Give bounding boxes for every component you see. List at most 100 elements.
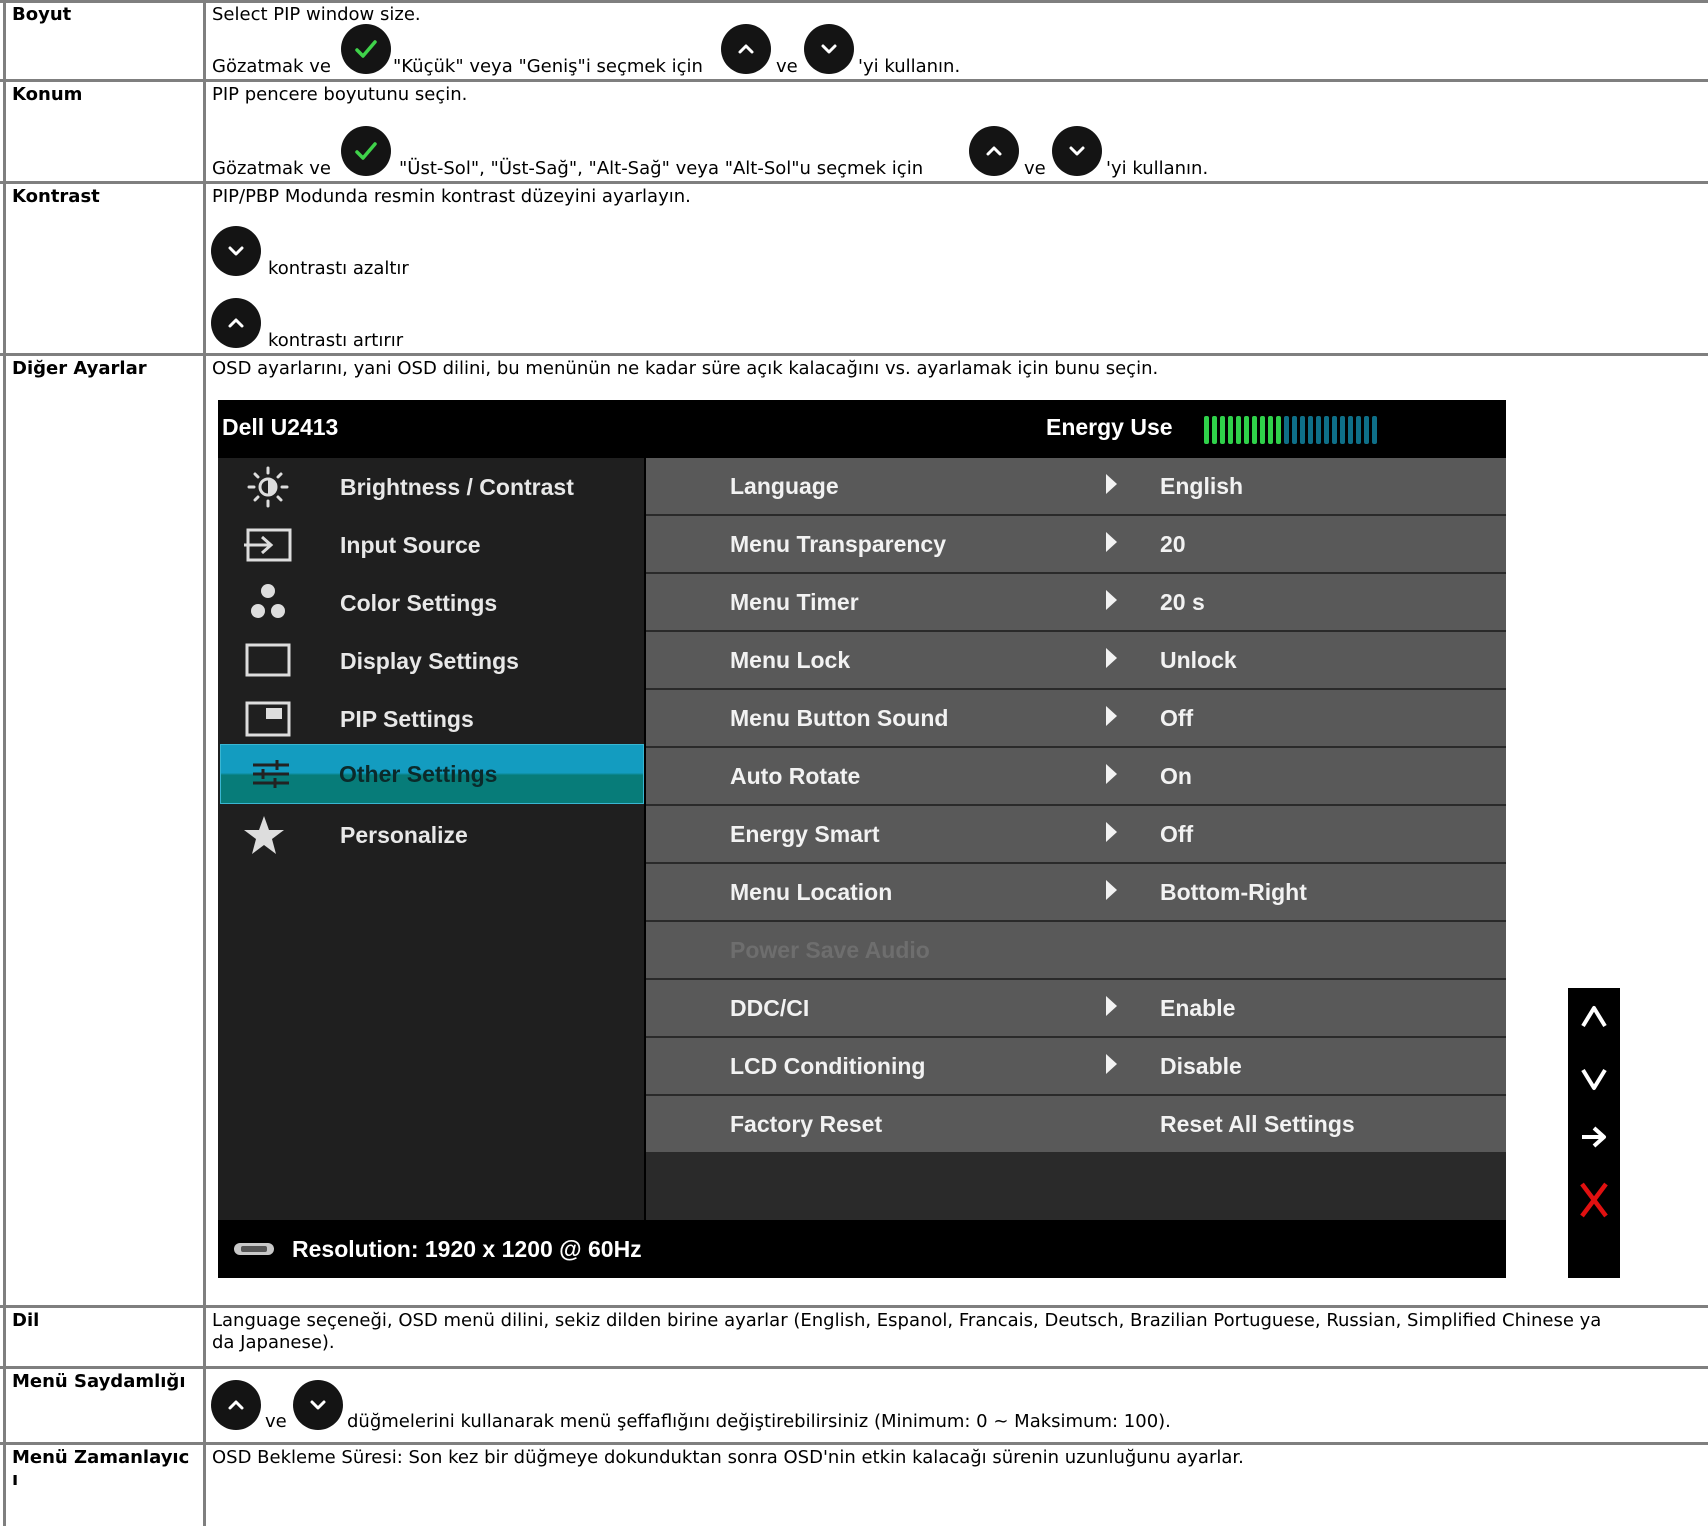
energy-meter-segment (1284, 416, 1289, 444)
osd-option-row[interactable]: Auto Rotate On (646, 748, 1506, 804)
play-arrow-icon (1106, 1054, 1117, 1074)
osd-nav-buttons (1568, 988, 1620, 1278)
check-icon (341, 24, 391, 74)
pip-settings-icon (242, 698, 294, 740)
osd-menu-item-label: PIP Settings (340, 706, 474, 732)
osd-option-name: Auto Rotate (730, 763, 861, 789)
up-icon[interactable] (1579, 1002, 1609, 1032)
energy-meter-segment (1276, 416, 1281, 444)
close-x-icon[interactable] (1577, 1180, 1611, 1220)
energy-meter-segment (1212, 416, 1217, 444)
row-divider (0, 1366, 1708, 1369)
osd-option-name: Power Save Audio (730, 937, 930, 963)
row-label-boyut: Boyut (12, 4, 72, 25)
osd-option-row[interactable]: LCD Conditioning Disable (646, 1038, 1506, 1094)
osd-menu-item[interactable]: Color Settings (218, 574, 644, 632)
zamanlayici-description: OSD Bekleme Süresi: Son kez bir düğmeye … (212, 1447, 1244, 1468)
osd-submenu: Language English Menu Transparency 20 Menu T… (646, 458, 1506, 1220)
osd-option-value: 20 (1160, 531, 1186, 557)
row-divider (0, 0, 1708, 3)
konum-text-a: Gözatmak ve (212, 158, 331, 179)
enter-arrow-icon[interactable] (1579, 1122, 1609, 1152)
energy-meter-segment (1260, 416, 1265, 444)
energy-meter-segment (1364, 416, 1369, 444)
energy-meter-segment (1332, 416, 1337, 444)
other-settings-icon (245, 753, 297, 795)
osd-menu-item-label: Personalize (340, 822, 468, 848)
osd-option-value: Reset All Settings (1160, 1111, 1355, 1137)
osd-menu-item[interactable]: Display Settings (218, 632, 644, 690)
osd-option-name: Menu Location (730, 879, 893, 905)
energy-meter-segment (1348, 416, 1353, 444)
energy-meter-segment (1292, 416, 1297, 444)
osd-menu-screenshot: Dell U2413 Energy Use Brightness / Contr… (218, 400, 1506, 1278)
row-divider (0, 353, 1708, 356)
osd-option-row[interactable]: Factory Reset Reset All Settings (646, 1096, 1506, 1152)
osd-top-bar: Dell U2413 Energy Use (218, 400, 1506, 458)
energy-meter-segment (1300, 416, 1305, 444)
osd-option-value: Unlock (1160, 647, 1237, 673)
up-button-icon (211, 1380, 261, 1430)
energy-meter-segment (1204, 416, 1209, 444)
down-icon[interactable] (1579, 1064, 1609, 1094)
osd-option-row[interactable]: Menu Transparency 20 (646, 516, 1506, 572)
osd-option-row[interactable]: Menu Lock Unlock (646, 632, 1506, 688)
down-button-icon (804, 24, 854, 74)
konum-text-b: "Üst-Sol", "Üst-Sağ", "Alt-Sağ" veya "Al… (399, 158, 924, 179)
osd-option-row[interactable]: Menu Location Bottom-Right (646, 864, 1506, 920)
boyut-instruction: Gözatmak ve (212, 56, 331, 78)
down-button-icon (211, 226, 261, 276)
play-arrow-icon (1106, 648, 1117, 668)
energy-meter-segment (1316, 416, 1321, 444)
brightness-icon (242, 466, 294, 508)
up-button-icon (721, 24, 771, 74)
osd-option-row[interactable]: Menu Button Sound Off (646, 690, 1506, 746)
boyut-text-b: "Küçük" veya "Geniş"i seçmek için (393, 56, 703, 77)
osd-option-row[interactable]: Menu Timer 20 s (646, 574, 1506, 630)
connector-icon (234, 1243, 274, 1255)
kontrast-up-text: kontrastı artırır (268, 330, 404, 351)
energy-meter-segment (1324, 416, 1329, 444)
osd-option-row: Power Save Audio (646, 922, 1506, 978)
konum-text-c: ve (1024, 158, 1046, 179)
osd-menu-item[interactable]: PIP Settings (218, 690, 644, 748)
row-label-dil: Dil (12, 1310, 40, 1331)
play-arrow-icon (1106, 996, 1117, 1016)
osd-option-row[interactable]: DDC/CI Enable (646, 980, 1506, 1036)
osd-main-menu: Brightness / Contrast Input Source Color S… (218, 458, 644, 1220)
osd-menu-item[interactable]: Input Source (218, 516, 644, 574)
play-arrow-icon (1106, 880, 1117, 900)
osd-menu-item[interactable]: Other Settings (220, 744, 644, 804)
energy-use-label: Energy Use (1046, 414, 1173, 440)
osd-menu-item-label: Other Settings (339, 761, 498, 787)
row-divider (0, 1305, 1708, 1308)
resolution-text: Resolution: 1920 x 1200 @ 60Hz (292, 1236, 642, 1262)
up-button-icon (211, 298, 261, 348)
osd-option-row[interactable]: Energy Smart Off (646, 806, 1506, 862)
energy-meter-segment (1244, 416, 1249, 444)
boyut-text-a: Gözatmak ve (212, 56, 331, 77)
osd-option-value: Disable (1160, 1053, 1242, 1079)
row-label-menu-saydamligi: Menü Saydamlığı (12, 1371, 186, 1392)
osd-option-row[interactable]: Language English (646, 458, 1506, 514)
saydamlik-text-b: düğmelerini kullanarak menü şeffaflığını… (347, 1411, 1171, 1432)
osd-title: Dell U2413 (222, 414, 339, 440)
osd-option-value: Off (1160, 821, 1194, 847)
table-border-left (3, 0, 6, 1526)
energy-meter (1204, 416, 1377, 444)
osd-option-value: Enable (1160, 995, 1236, 1021)
osd-menu-item[interactable]: Personalize (218, 806, 644, 864)
energy-meter-segment (1308, 416, 1313, 444)
energy-meter-segment (1228, 416, 1233, 444)
input-source-icon (242, 524, 294, 566)
play-arrow-icon (1106, 474, 1117, 494)
kontrast-down-text: kontrastı azaltır (268, 258, 409, 279)
konum-description: PIP pencere boyutunu seçin. (212, 84, 468, 105)
osd-option-name: Menu Lock (730, 647, 851, 673)
boyut-description: Select PIP window size. (212, 4, 421, 25)
energy-meter-segment (1252, 416, 1257, 444)
osd-menu-item[interactable]: Brightness / Contrast (218, 458, 644, 516)
osd-option-value: Bottom-Right (1160, 879, 1307, 905)
play-arrow-icon (1106, 706, 1117, 726)
boyut-text-c: ve (776, 56, 798, 77)
